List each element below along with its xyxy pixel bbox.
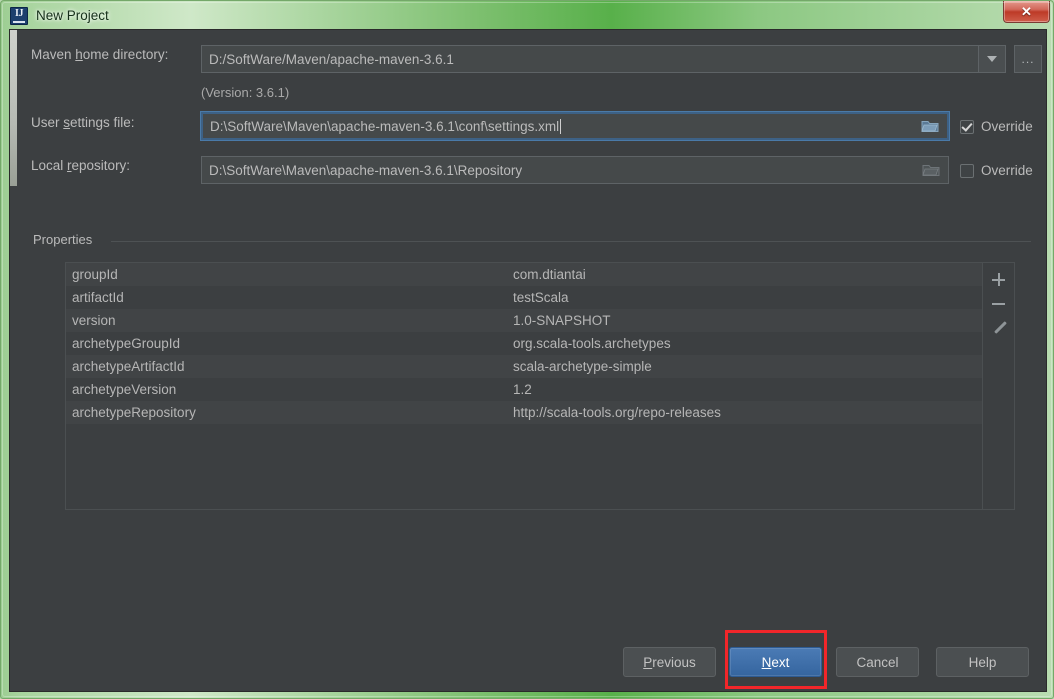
properties-group-title: Properties — [33, 232, 99, 247]
add-property-button[interactable] — [987, 267, 1011, 291]
table-row[interactable]: artifactId testScala — [66, 286, 983, 309]
chevron-down-icon[interactable] — [978, 46, 1005, 72]
property-key: archetypeArtifactId — [72, 359, 185, 374]
user-settings-label: User settings file: — [31, 115, 135, 130]
maven-version-hint: (Version: 3.6.1) — [201, 85, 290, 100]
table-row[interactable]: groupId com.dtiantai — [66, 263, 983, 286]
property-key: archetypeRepository — [72, 405, 196, 420]
close-button[interactable]: ✕ — [1003, 1, 1050, 23]
property-key: archetypeVersion — [72, 382, 177, 397]
intellij-idea-icon — [10, 7, 28, 25]
property-key: groupId — [72, 267, 118, 282]
maven-home-combobox[interactable]: D:/SoftWare/Maven/apache-maven-3.6.1 — [201, 45, 1006, 73]
user-settings-row: User settings file: — [31, 115, 135, 130]
table-row[interactable]: archetypeRepository http://scala-tools.or… — [66, 401, 983, 424]
property-value: scala-archetype-simple — [513, 359, 652, 374]
remove-icon — [992, 297, 1006, 310]
maven-home-label: Maven home directory: — [31, 47, 169, 62]
dialog-button-bar: Previous Next Cancel Help — [17, 630, 1046, 691]
checkbox-checked-icon — [960, 119, 974, 134]
property-value: 1.0-SNAPSHOT — [513, 313, 611, 328]
local-repository-input[interactable]: D:\SoftWare\Maven\apache-maven-3.6.1\Rep… — [201, 156, 949, 184]
folder-icon[interactable] — [922, 163, 940, 177]
local-repository-label: Local repository: — [31, 158, 131, 173]
text-caret — [560, 118, 562, 134]
property-value: com.dtiantai — [513, 267, 586, 282]
cancel-button[interactable]: Cancel — [836, 647, 919, 677]
left-scroll-strip[interactable] — [10, 30, 17, 186]
user-settings-override-checkbox[interactable]: Override — [960, 119, 1033, 134]
properties-table[interactable]: groupId com.dtiantai artifactId testScala ve… — [66, 263, 984, 509]
folder-icon[interactable] — [921, 119, 939, 133]
previous-button[interactable]: Previous — [623, 647, 716, 677]
local-repository-override-checkbox[interactable]: Override — [960, 163, 1033, 178]
property-key: version — [72, 313, 116, 328]
close-icon: ✕ — [1021, 4, 1032, 19]
property-value: 1.2 — [513, 382, 532, 397]
property-value: testScala — [513, 290, 569, 305]
properties-group: Properties groupId com.dtiantai artifactId… — [33, 232, 1031, 520]
local-repository-value: D:\SoftWare\Maven\apache-maven-3.6.1\Rep… — [209, 162, 523, 178]
edit-icon — [992, 320, 1006, 334]
title-bar: New Project — [1, 1, 1054, 29]
maven-home-browse-button[interactable]: ... — [1014, 45, 1042, 73]
user-settings-override-label: Override — [981, 119, 1033, 134]
table-row[interactable]: archetypeArtifactId scala-archetype-simpl… — [66, 355, 983, 378]
dialog-body: Maven home directory: D:/SoftWare/Maven/… — [9, 29, 1047, 692]
property-key: archetypeGroupId — [72, 336, 181, 351]
local-repository-override-label: Override — [981, 163, 1033, 178]
table-row[interactable]: archetypeGroupId org.scala-tools.archetyp… — [66, 332, 983, 355]
application-window: New Project ✕ Maven home directory: D:/S… — [0, 0, 1054, 699]
user-settings-input[interactable]: D:\SoftWare\Maven\apache-maven-3.6.1\con… — [200, 111, 950, 141]
property-key: artifactId — [72, 290, 124, 305]
checkbox-unchecked-icon — [960, 163, 974, 178]
next-button[interactable]: Next — [729, 647, 822, 677]
help-button[interactable]: Help — [936, 647, 1029, 677]
remove-property-button[interactable] — [987, 291, 1011, 315]
window-title: New Project — [36, 8, 109, 23]
properties-table-container: groupId com.dtiantai artifactId testScala ve… — [65, 262, 1015, 510]
maven-home-row: Maven home directory: — [31, 47, 168, 62]
edit-property-button[interactable] — [987, 315, 1011, 339]
property-value: http://scala-tools.org/repo-releases — [513, 405, 721, 420]
group-divider — [111, 241, 1031, 242]
user-settings-value: D:\SoftWare\Maven\apache-maven-3.6.1\con… — [210, 118, 560, 134]
maven-home-value: D:/SoftWare/Maven/apache-maven-3.6.1 — [209, 51, 454, 67]
add-icon — [992, 272, 1006, 286]
properties-toolbar — [983, 263, 1014, 509]
table-row[interactable]: version 1.0-SNAPSHOT — [66, 309, 983, 332]
local-repository-row: Local repository: — [31, 158, 130, 173]
table-row[interactable]: archetypeVersion 1.2 — [66, 378, 983, 401]
property-value: org.scala-tools.archetypes — [513, 336, 671, 351]
